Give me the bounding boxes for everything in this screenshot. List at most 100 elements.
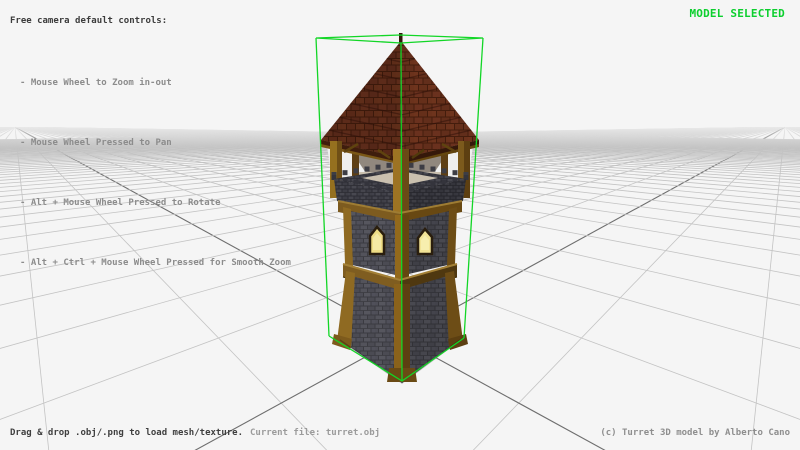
- grid-line: [0, 127, 7, 450]
- grid-line: [787, 127, 800, 450]
- grid-line: [796, 127, 800, 450]
- grid-line: [0, 127, 1, 450]
- grid-line: [786, 127, 800, 450]
- grid-line: [0, 127, 10, 450]
- grid-line: [0, 127, 8, 450]
- grid-line: [0, 127, 9, 450]
- grid-line: [790, 127, 800, 450]
- grid-line: [0, 127, 1, 450]
- grid-line: [0, 127, 5, 450]
- grid-line: [0, 127, 2, 450]
- grid-line: [792, 127, 800, 450]
- grid-line: [0, 127, 13, 450]
- help-item: - Mouse Wheel to Zoom in-out: [20, 73, 291, 93]
- credit-label: (c) Turret 3D model by Alberto Cano: [600, 428, 790, 438]
- grid-line: [796, 127, 800, 450]
- grid-line: [786, 127, 800, 450]
- grid-line: [0, 127, 13, 450]
- help-item: - Mouse Wheel Pressed to Pan: [20, 133, 291, 153]
- grid-line: [788, 127, 800, 450]
- grid-line: [792, 127, 800, 450]
- grid-line: [785, 127, 800, 450]
- drag-drop-hint: Drag & drop .obj/.png to load mesh/textu…: [10, 428, 243, 438]
- grid-line: [786, 127, 800, 450]
- grid-line: [0, 127, 13, 450]
- grid-line: [0, 127, 7, 450]
- grid-line: [789, 127, 800, 450]
- battlement-tooth: [376, 165, 381, 170]
- grid-line: [796, 127, 800, 450]
- grid-line: [0, 127, 4, 450]
- grid-line: [0, 127, 7, 450]
- grid-line: [0, 127, 1, 450]
- battlement-tooth: [332, 175, 337, 180]
- battlement-tooth: [453, 170, 458, 175]
- grid-line: [797, 127, 800, 450]
- grid-line: [789, 127, 800, 450]
- grid-line: [791, 127, 800, 450]
- grid-line: [794, 127, 800, 450]
- grid-line: [788, 127, 800, 450]
- battlement-tooth: [464, 175, 469, 180]
- grid-line: [792, 127, 800, 450]
- grid-line: [787, 127, 800, 450]
- grid-line: [0, 127, 3, 450]
- grid-line: [791, 127, 800, 450]
- grid-line: [0, 127, 9, 450]
- grid-line: [795, 127, 800, 450]
- grid-line: [793, 127, 800, 450]
- battlement-tooth: [420, 165, 425, 170]
- grid-line: [0, 127, 13, 450]
- grid-line: [795, 127, 800, 450]
- grid-line: [0, 127, 10, 450]
- grid-line: [0, 127, 6, 450]
- battlement-tooth: [431, 167, 436, 172]
- grid-line: [788, 127, 800, 450]
- grid-line: [0, 127, 8, 450]
- grid-line: [0, 127, 14, 450]
- grid-line: [791, 127, 800, 450]
- footer-hint: Drag & drop .obj/.png to load mesh/textu…: [10, 428, 380, 438]
- grid-line: [0, 127, 5, 450]
- turret-model[interactable]: [321, 33, 479, 383]
- grid-line: [0, 127, 2, 450]
- grid-line: [794, 127, 800, 450]
- help-title: Free camera default controls:: [10, 16, 167, 26]
- help-item: - Alt + Mouse Wheel Pressed to Rotate: [20, 193, 291, 213]
- help-list: - Mouse Wheel to Zoom in-out - Mouse Whe…: [20, 33, 291, 293]
- grid-line: [790, 127, 800, 450]
- grid-line: [0, 127, 3, 450]
- model-viewer-window: { "header": { "help": { "title": "Free c…: [0, 0, 800, 450]
- battlement-tooth: [442, 168, 447, 173]
- battlement-tooth: [387, 163, 392, 168]
- model-selected-badge: MODEL SELECTED: [689, 7, 785, 20]
- grid-line: [791, 127, 800, 450]
- grid-line: [790, 127, 800, 450]
- grid-line: [0, 127, 12, 450]
- grid-line: [0, 127, 3, 450]
- grid-line: [0, 127, 11, 450]
- grid-line: [653, 127, 785, 450]
- grid-line: [0, 127, 6, 450]
- grid-line: [793, 127, 800, 450]
- help-item: - Alt + Ctrl + Mouse Wheel Pressed for S…: [20, 253, 291, 273]
- grid-line: [0, 127, 2, 450]
- grid-line: [0, 127, 11, 450]
- grid-line: [793, 127, 800, 450]
- grid-line: [0, 127, 5, 450]
- grid-line: [794, 127, 800, 450]
- grid-line: [787, 127, 800, 450]
- current-file-label: Current file: turret.obj: [250, 428, 380, 438]
- battlement-tooth: [354, 168, 359, 173]
- grid-line: [787, 127, 800, 450]
- battlement-tooth: [409, 163, 414, 168]
- grid-line: [0, 127, 4, 450]
- grid-line: [0, 127, 6, 450]
- grid-line: [0, 127, 8, 450]
- grid-line: [0, 127, 14, 450]
- battlement-tooth: [343, 170, 348, 175]
- grid-line: [0, 127, 15, 450]
- grid-line: [0, 127, 12, 450]
- grid-line: [0, 127, 11, 450]
- grid-line: [0, 127, 3, 450]
